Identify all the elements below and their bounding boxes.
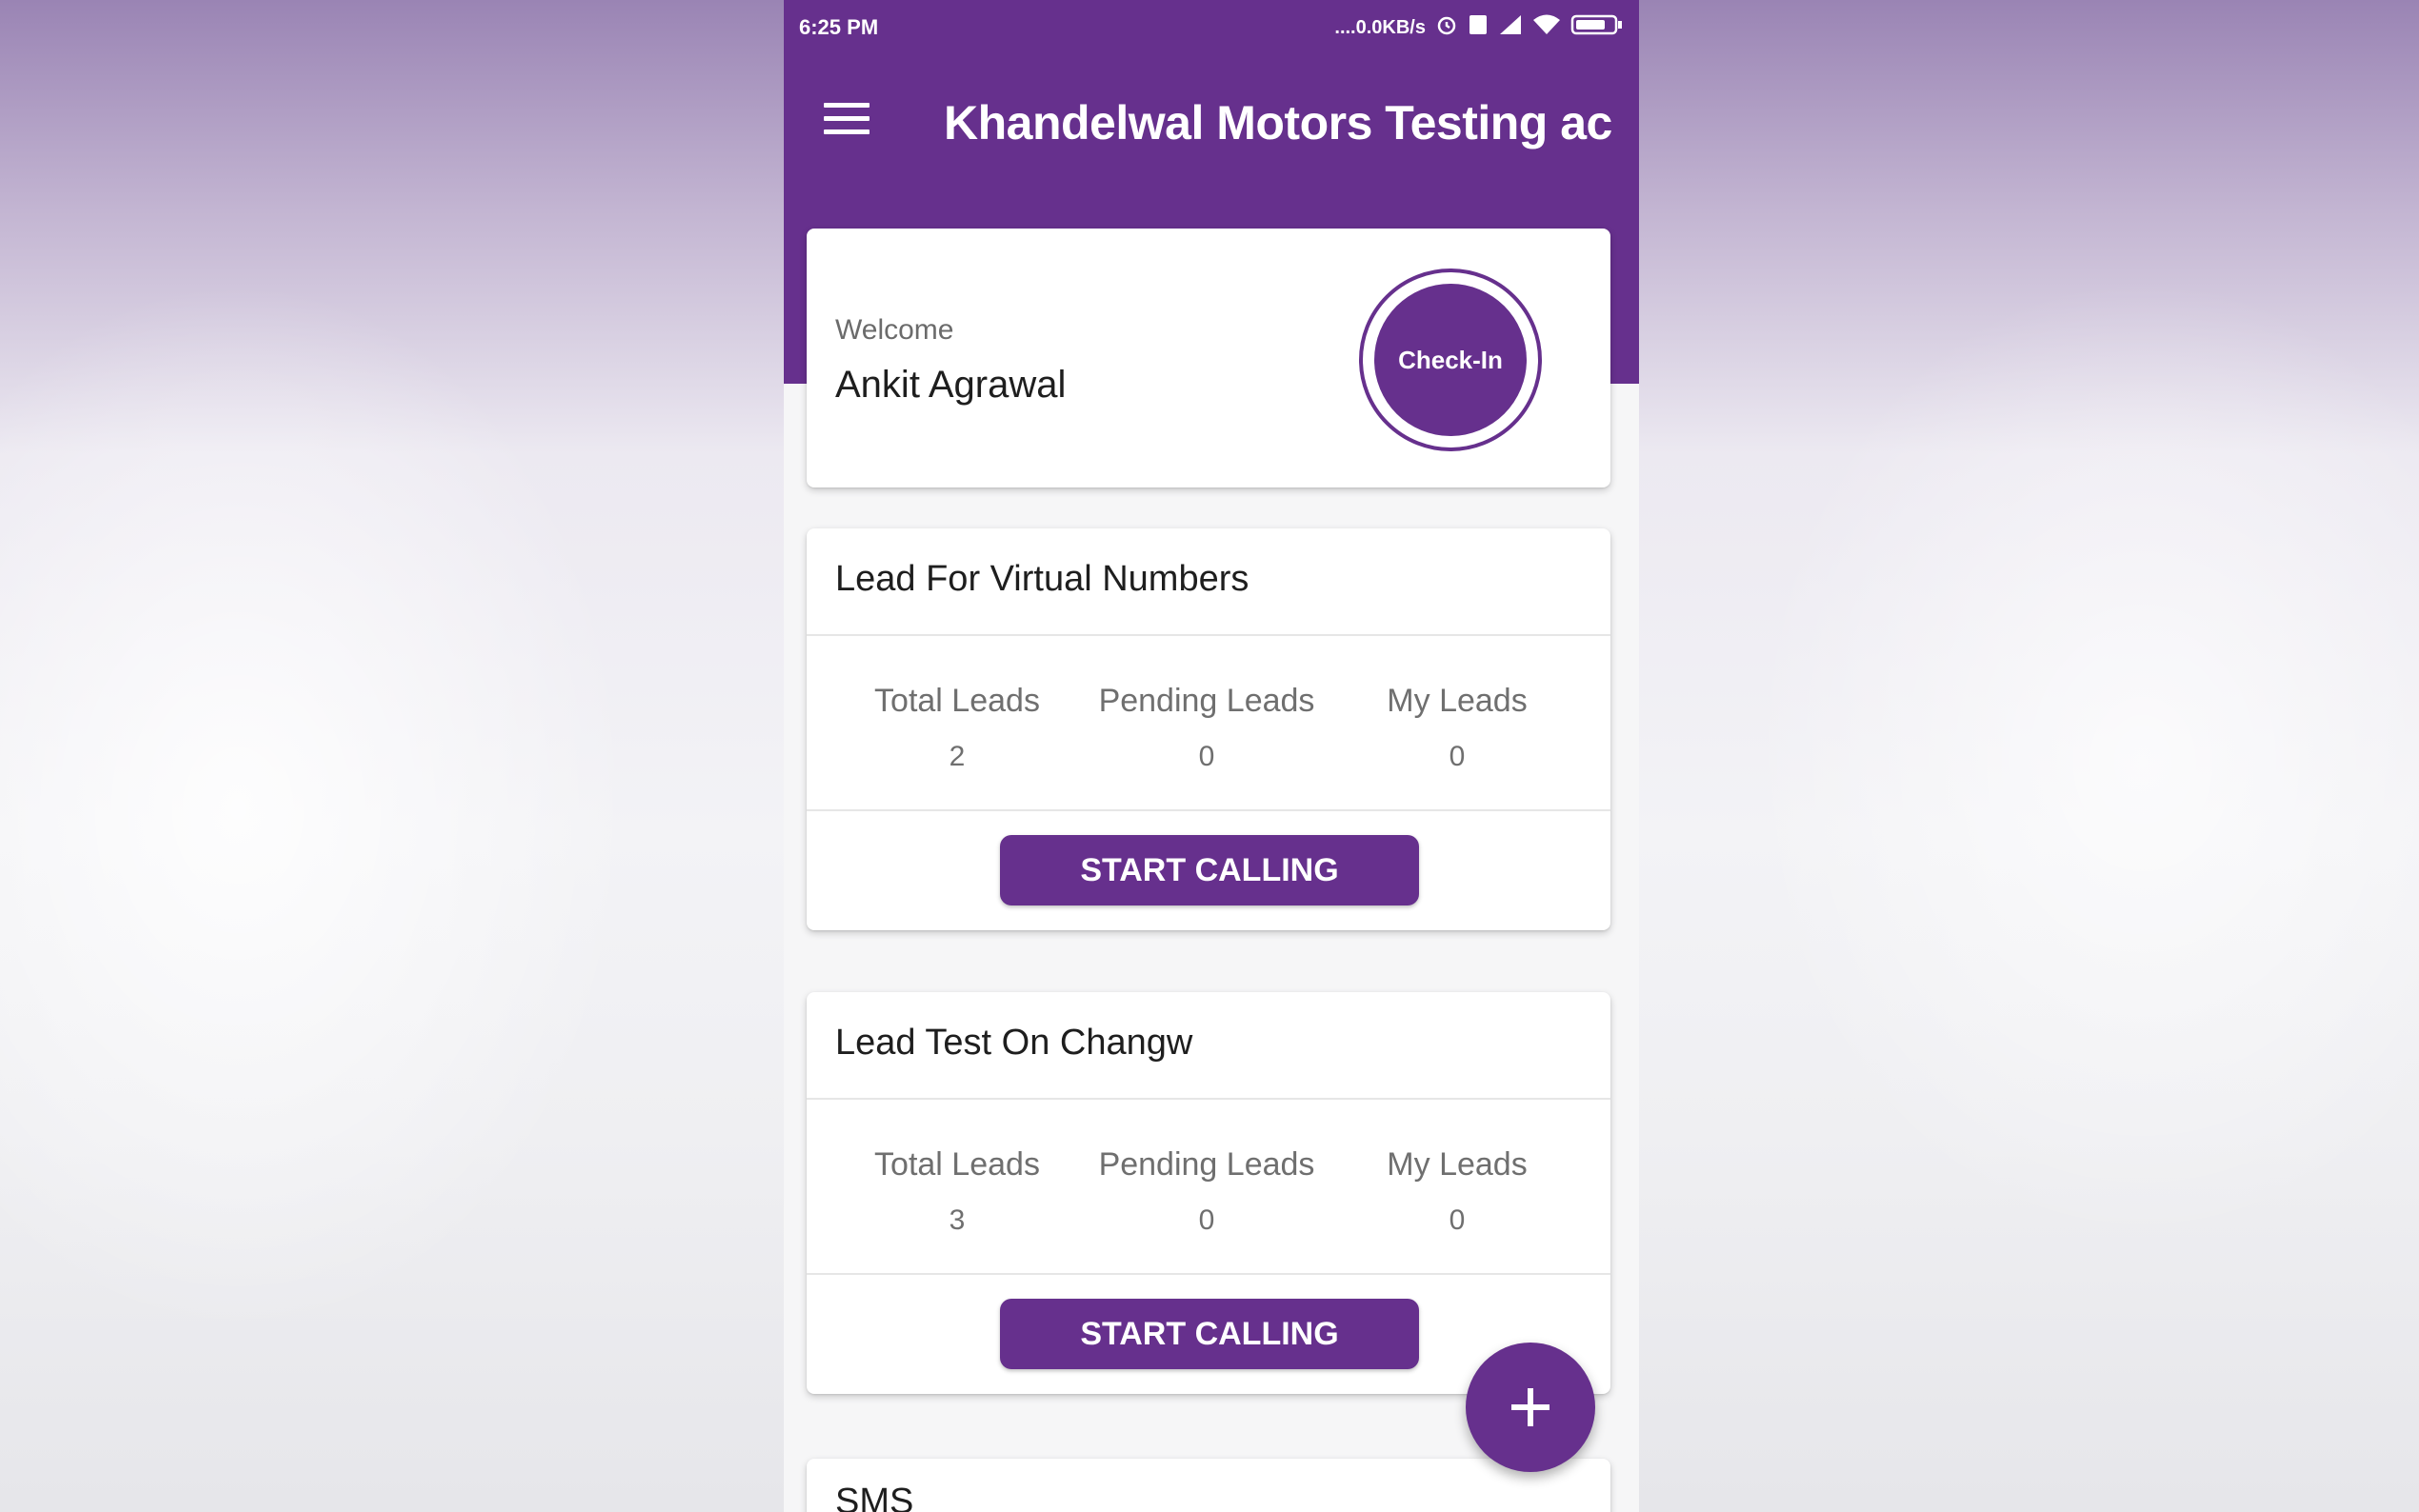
stat-value: 0: [1198, 1204, 1215, 1236]
lead-card-title: Lead Test On Changw: [835, 1023, 1193, 1063]
stat-pending-leads: Pending Leads 0: [1083, 683, 1330, 773]
stat-value: 0: [1449, 1204, 1466, 1236]
checkin-ring: Check-In: [1359, 269, 1542, 451]
battery-icon: [1570, 13, 1624, 42]
lead-stats: Total Leads 2 Pending Leads 0 My Leads 0: [807, 683, 1610, 778]
welcome-label: Welcome: [835, 314, 954, 346]
stat-label: Total Leads: [874, 683, 1040, 719]
stat-value: 2: [949, 741, 966, 772]
divider: [807, 1098, 1610, 1100]
stat-label: Pending Leads: [1098, 683, 1315, 719]
stat-value: 3: [949, 1204, 966, 1236]
stat-my-leads: My Leads 0: [1333, 683, 1581, 773]
start-calling-button[interactable]: START CALLING: [1000, 1299, 1419, 1369]
welcome-card: Welcome Ankit Agrawal Check-In: [807, 229, 1610, 487]
lead-card: Lead Test On Changw Total Leads 3 Pendin…: [807, 992, 1610, 1394]
stat-total-leads: Total Leads 2: [833, 683, 1081, 773]
backdrop-glow-left: [0, 238, 667, 1381]
app-title: Khandelwal Motors Testing ac: [944, 96, 1612, 149]
stat-label: Pending Leads: [1098, 1146, 1315, 1183]
phone-screen: 6:25 PM ....0.0KB/s Khandelwal Motors Te…: [784, 0, 1639, 1512]
stat-label: My Leads: [1387, 1146, 1528, 1183]
alarm-icon: [1435, 13, 1458, 42]
stat-pending-leads: Pending Leads 0: [1083, 1146, 1330, 1237]
stat-total-leads: Total Leads 3: [833, 1146, 1081, 1237]
divider: [807, 809, 1610, 811]
signal-icon: [1498, 13, 1523, 42]
hamburger-menu-icon[interactable]: [818, 103, 875, 149]
add-fab-button[interactable]: [1466, 1343, 1595, 1472]
sms-card-title: SMS: [835, 1482, 914, 1512]
sms-card: SMS: [807, 1459, 1610, 1512]
start-calling-button[interactable]: START CALLING: [1000, 835, 1419, 905]
divider: [807, 1273, 1610, 1275]
lead-card-title: Lead For Virtual Numbers: [835, 559, 1249, 599]
status-time: 6:25 PM: [799, 15, 879, 39]
stat-label: Total Leads: [874, 1146, 1040, 1183]
lead-stats: Total Leads 3 Pending Leads 0 My Leads 0: [807, 1146, 1610, 1242]
user-name: Ankit Agrawal: [835, 364, 1067, 406]
app-bar: Khandelwal Motors Testing ac: [784, 67, 1639, 181]
lead-card: Lead For Virtual Numbers Total Leads 2 P…: [807, 528, 1610, 930]
network-speed: ....0.0KB/s: [1334, 16, 1426, 38]
backdrop-glow-right: [1714, 238, 2419, 1285]
stat-value: 0: [1449, 741, 1466, 772]
stat-value: 0: [1198, 741, 1215, 772]
sim-icon: [1468, 13, 1489, 42]
divider: [807, 634, 1610, 636]
status-bar: 6:25 PM ....0.0KB/s: [784, 0, 1639, 57]
stat-label: My Leads: [1387, 683, 1528, 719]
stat-my-leads: My Leads 0: [1333, 1146, 1581, 1237]
status-icons: ....0.0KB/s: [1334, 13, 1624, 42]
checkin-button[interactable]: Check-In: [1374, 284, 1527, 436]
wifi-icon: [1532, 13, 1561, 42]
